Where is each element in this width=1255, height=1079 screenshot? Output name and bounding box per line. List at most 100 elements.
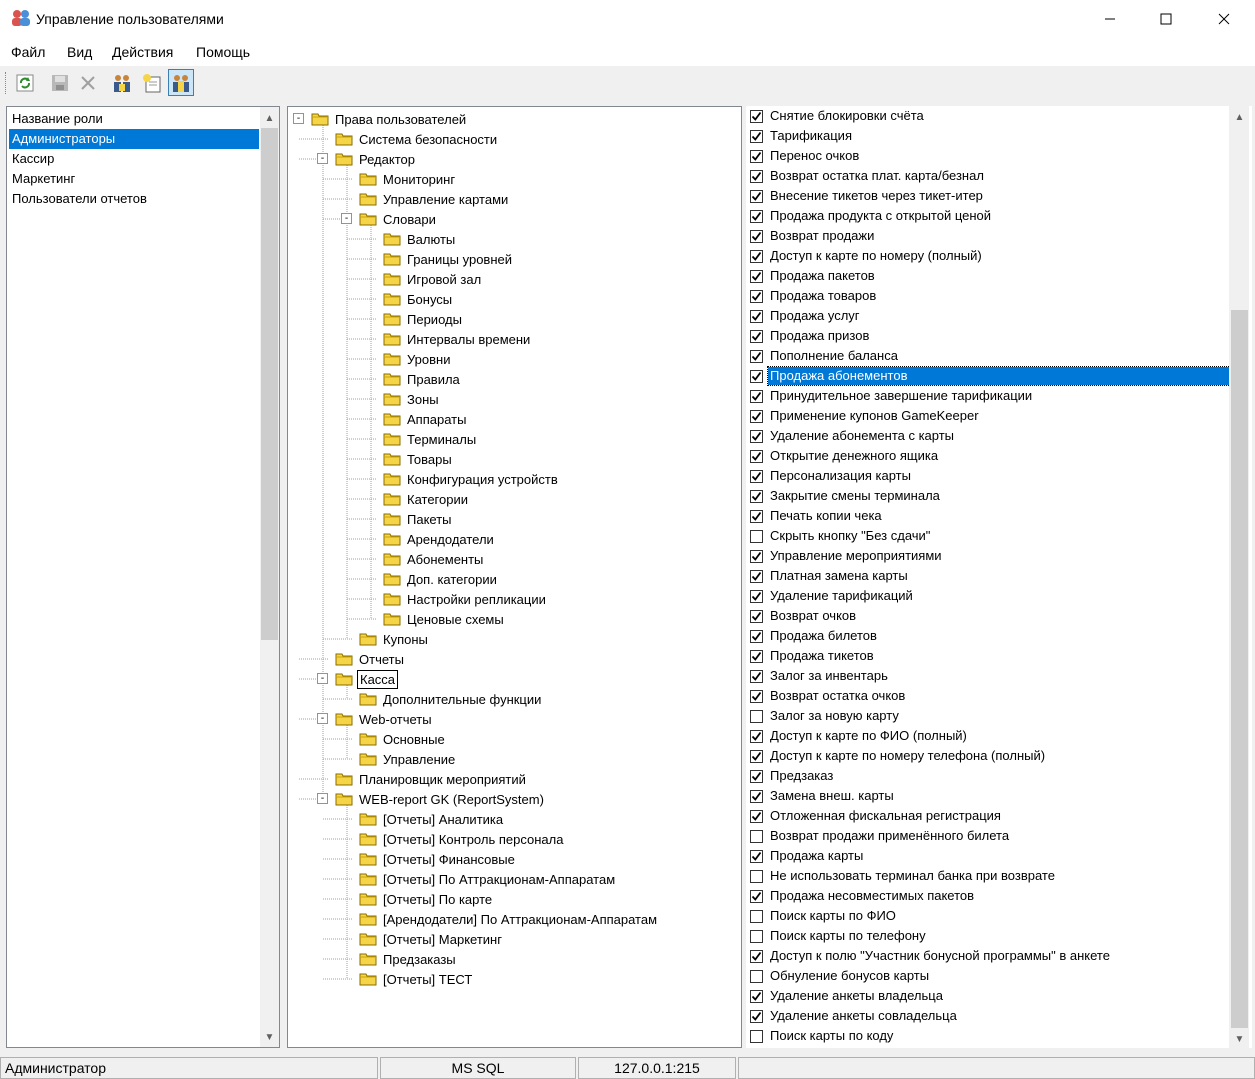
permission-item[interactable]: Продажа тикетов [750, 646, 876, 666]
checkbox-checked[interactable] [750, 369, 763, 383]
tree-node[interactable]: Отчеты [335, 649, 406, 669]
collapse-toggle[interactable]: - [317, 673, 328, 684]
tree-node[interactable]: Абонементы [383, 549, 485, 569]
tree-node[interactable]: Арендодатели [383, 529, 496, 549]
permission-item[interactable]: Удаление анкеты совладельца [750, 1006, 959, 1026]
checkbox-checked[interactable] [750, 289, 763, 303]
scroll-down-icon[interactable]: ▼ [261, 1029, 278, 1046]
permission-item[interactable]: Печать копии чека [750, 506, 884, 526]
permission-item[interactable]: Возврат очков [750, 606, 858, 626]
roles-header[interactable]: Название роли [9, 109, 103, 129]
checkbox-checked[interactable] [750, 209, 763, 223]
menu-file[interactable]: Файл [11, 44, 45, 60]
permission-item[interactable]: Доступ к карте по номеру телефона (полны… [750, 746, 1047, 766]
checkbox-checked[interactable] [750, 649, 763, 663]
checkbox-checked[interactable] [750, 629, 763, 643]
checkbox-checked[interactable] [750, 849, 763, 863]
scroll-thumb[interactable] [1231, 310, 1248, 1028]
permission-item[interactable]: Управление мероприятиями [750, 546, 944, 566]
tree-node[interactable]: Конфигурация устройств [383, 469, 560, 489]
checkbox-checked[interactable] [750, 429, 763, 443]
user-rights-button[interactable] [168, 69, 194, 96]
checkbox-checked[interactable] [750, 989, 763, 1003]
permission-item[interactable]: Внесение тикетов через тикет-итер [750, 186, 985, 206]
checkbox-checked[interactable] [750, 809, 763, 823]
tree-node[interactable]: Касса [335, 669, 399, 689]
checkbox-checked[interactable] [750, 549, 763, 563]
permission-item[interactable]: Доступ к карте по ФИО (полный) [750, 726, 969, 746]
permission-item[interactable]: Поиск карты по ФИО [750, 906, 898, 926]
tree-node[interactable]: Пакеты [383, 509, 454, 529]
tree-node[interactable]: [Отчеты] ТЕСТ [359, 969, 474, 989]
permission-item[interactable]: Не использовать терминал банка при возвр… [750, 866, 1057, 886]
permission-item[interactable]: Продажа товаров [750, 286, 878, 306]
tree-node[interactable]: Основные [359, 729, 447, 749]
permissions-scrollbar[interactable]: ▲ ▼ [1229, 106, 1249, 1048]
minimize-button[interactable] [1087, 0, 1133, 38]
checkbox-checked[interactable] [750, 149, 763, 163]
permission-item[interactable]: Удаление анкеты владельца [750, 986, 945, 1006]
checkbox-checked[interactable] [750, 949, 763, 963]
tree-node[interactable]: Ценовые схемы [383, 609, 506, 629]
delete-button[interactable] [75, 69, 101, 96]
collapse-toggle[interactable]: - [341, 213, 352, 224]
refresh-button[interactable] [12, 69, 38, 96]
permission-item[interactable]: Платная замена карты [750, 566, 910, 586]
tree-node[interactable]: Права пользователей [311, 109, 468, 129]
tree-node[interactable]: Предзаказы [359, 949, 458, 969]
permission-item[interactable]: Доступ к полю "Участник бонусной програм… [750, 946, 1112, 966]
checkbox-checked[interactable] [750, 329, 763, 343]
checkbox-checked[interactable] [750, 589, 763, 603]
tree-node[interactable]: Бонусы [383, 289, 454, 309]
users-button[interactable] [109, 69, 135, 96]
tree-node[interactable]: Уровни [383, 349, 452, 369]
permission-item[interactable]: Скрыть кнопку "Без сдачи" [750, 526, 932, 546]
checkbox-checked[interactable] [750, 169, 763, 183]
permission-item[interactable]: Тарификация [750, 126, 854, 146]
permission-item[interactable]: Продажа продукта с открытой ценой [750, 206, 993, 226]
collapse-toggle[interactable]: - [317, 793, 328, 804]
permission-item[interactable]: Возврат продажи применённого билета [750, 826, 1011, 846]
tree-node[interactable]: Управление картами [359, 189, 510, 209]
role-item[interactable]: Кассир [9, 149, 54, 169]
permission-item[interactable]: Предзаказ [750, 766, 835, 786]
checkbox-unchecked[interactable] [750, 969, 763, 983]
scroll-up-icon[interactable]: ▲ [261, 110, 278, 127]
checkbox-checked[interactable] [750, 229, 763, 243]
checkbox-checked[interactable] [750, 309, 763, 323]
tree-node[interactable]: Игровой зал [383, 269, 483, 289]
permission-item[interactable]: Персонализация карты [750, 466, 913, 486]
checkbox-checked[interactable] [750, 269, 763, 283]
permission-item[interactable]: Открытие денежного ящика [750, 446, 940, 466]
scroll-down-icon[interactable]: ▼ [1231, 1031, 1248, 1048]
menu-view[interactable]: Вид [67, 44, 92, 60]
checkbox-unchecked[interactable] [750, 909, 763, 923]
tree-node[interactable]: WEB-report GK (ReportSystem) [335, 789, 546, 809]
checkbox-unchecked[interactable] [750, 529, 763, 543]
checkbox-checked[interactable] [750, 569, 763, 583]
checkbox-checked[interactable] [750, 469, 763, 483]
save-button[interactable] [47, 69, 73, 96]
permission-item[interactable]: Возврат остатка очков [750, 686, 907, 706]
tree-node[interactable]: Доп. категории [383, 569, 499, 589]
permission-item[interactable]: Поиск карты по телефону [750, 926, 928, 946]
tree-node[interactable]: Словари [359, 209, 438, 229]
checkbox-checked[interactable] [750, 449, 763, 463]
tree-node[interactable]: Аппараты [383, 409, 468, 429]
checkbox-checked[interactable] [750, 889, 763, 903]
checkbox-checked[interactable] [750, 189, 763, 203]
tree-node[interactable]: Товары [383, 449, 454, 469]
checkbox-checked[interactable] [750, 669, 763, 683]
scroll-thumb[interactable] [261, 128, 278, 640]
permission-item[interactable]: Продажа пакетов [750, 266, 877, 286]
tree-node[interactable]: Настройки репликации [383, 589, 548, 609]
menu-actions[interactable]: Действия [112, 44, 173, 60]
tree-node[interactable]: [Отчеты] По карте [359, 889, 494, 909]
checkbox-checked[interactable] [750, 409, 763, 423]
checkbox-checked[interactable] [750, 769, 763, 783]
close-button[interactable] [1201, 0, 1247, 38]
collapse-toggle[interactable]: - [293, 113, 304, 124]
role-item[interactable]: Администраторы [9, 129, 259, 149]
permission-item[interactable]: Замена внеш. карты [750, 786, 896, 806]
tree-node[interactable]: [Арендодатели] По Аттракционам-Аппаратам [359, 909, 659, 929]
